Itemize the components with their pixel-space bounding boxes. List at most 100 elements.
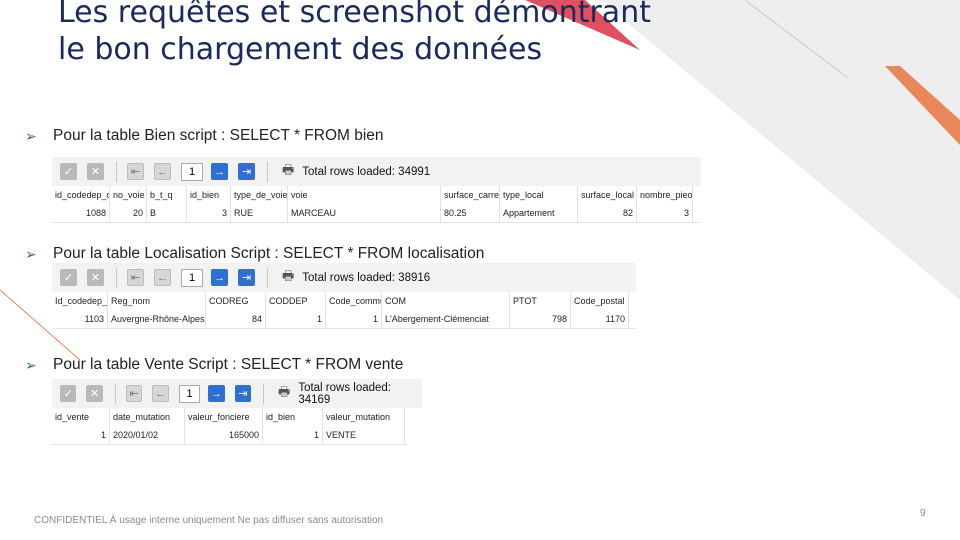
print-icon[interactable]: 🖶: [282, 267, 294, 289]
table-cell[interactable]: 20: [110, 205, 147, 222]
toolbar-separator: [114, 383, 116, 404]
column-header[interactable]: valeur_fonciere: [185, 408, 263, 427]
page-number: 9: [920, 508, 926, 519]
table-cell[interactable]: 1: [263, 427, 323, 444]
table-cell[interactable]: VENTE: [323, 427, 405, 444]
column-header[interactable]: surface_local: [578, 186, 637, 205]
grid-toolbar: ✓ ✕ ⇤ ← 1 → ⇥ 🖶 Total rows loaded: 34169: [52, 379, 422, 408]
last-page-icon[interactable]: ⇥: [234, 385, 252, 402]
close-icon[interactable]: ✕: [87, 163, 104, 180]
table-cell[interactable]: L'Abergement-Clémenciat: [382, 311, 510, 328]
thin-diagonal-line: [744, 0, 849, 79]
bullet-vente: ➢ Pour la table Vente Script : SELECT * …: [25, 356, 403, 374]
page-number-input[interactable]: 1: [181, 162, 203, 181]
column-header[interactable]: type_local: [500, 186, 578, 205]
column-header[interactable]: b_t_q: [147, 186, 187, 205]
column-header[interactable]: PTOT: [510, 292, 571, 311]
total-rows-label: Total rows loaded: 38916: [302, 271, 431, 284]
first-page-icon[interactable]: ⇤: [127, 163, 144, 180]
column-header[interactable]: id_codedep_c: [52, 186, 110, 205]
confidential-footer: CONFIDENTIEL À usage interne uniquement …: [34, 515, 384, 526]
orange-stripe-shape: [885, 66, 960, 145]
results-grid-bien: ✓ ✕ ⇤ ← 1 → ⇥ 🖶 Total rows loaded: 34991…: [52, 157, 701, 223]
grid-toolbar: ✓ ✕ ⇤ ← 1 → ⇥ 🖶 Total rows loaded: 34991: [52, 157, 701, 186]
print-icon[interactable]: 🖶: [282, 161, 294, 183]
grid-table: id_vente date_mutation valeur_fonciere i…: [52, 408, 408, 445]
column-header[interactable]: valeur_mutation: [323, 408, 405, 427]
column-header[interactable]: type_de_voie: [231, 186, 288, 205]
column-header[interactable]: Reg_nom: [108, 292, 206, 311]
table-cell[interactable]: Appartement: [500, 205, 578, 222]
grid-table: Id_codedep_c Reg_nom CODREG CODDEP Code_…: [52, 292, 636, 329]
close-icon[interactable]: ✕: [86, 385, 103, 402]
results-grid-vente: ✓ ✕ ⇤ ← 1 → ⇥ 🖶 Total rows loaded: 34169…: [52, 379, 422, 445]
table-cell[interactable]: Auvergne-Rhône-Alpes: [108, 311, 206, 328]
table-cell[interactable]: 84: [206, 311, 266, 328]
column-header[interactable]: COM: [382, 292, 510, 311]
table-cell[interactable]: 1088: [52, 205, 110, 222]
check-icon[interactable]: ✓: [60, 269, 77, 286]
bullet-localisation: ➢ Pour la table Localisation Script : SE…: [25, 245, 484, 263]
toolbar-separator: [116, 267, 117, 288]
column-header[interactable]: id_bien: [187, 186, 231, 205]
column-header[interactable]: Code_postal: [571, 292, 629, 311]
slide-title: Les requêtes et screenshot démontrant le…: [58, 0, 651, 67]
first-page-icon[interactable]: ⇤: [127, 269, 144, 286]
page-number-input[interactable]: 1: [181, 268, 203, 287]
table-cell[interactable]: 1: [326, 311, 382, 328]
previous-page-icon[interactable]: ←: [152, 385, 169, 402]
bullet-text: Pour la table Bien script : SELECT * FRO…: [53, 127, 384, 144]
column-header[interactable]: date_mutation: [110, 408, 185, 427]
table-cell[interactable]: 1170: [571, 311, 629, 328]
column-header[interactable]: voie: [288, 186, 441, 205]
column-header[interactable]: nombre_pieo: [637, 186, 693, 205]
column-header[interactable]: Id_codedep_c: [52, 292, 108, 311]
toolbar-separator: [267, 161, 268, 182]
last-page-icon[interactable]: ⇥: [238, 269, 255, 286]
total-rows-label: Total rows loaded: 34991: [302, 165, 431, 178]
arrow-bullet-icon: ➢: [25, 356, 37, 373]
total-rows-label: Total rows loaded: 34169: [298, 381, 392, 406]
last-page-icon[interactable]: ⇥: [238, 163, 255, 180]
column-header[interactable]: id_bien: [263, 408, 323, 427]
results-grid-localisation: ✓ ✕ ⇤ ← 1 → ⇥ 🖶 Total rows loaded: 38916…: [52, 263, 636, 329]
column-header[interactable]: CODDEP: [266, 292, 326, 311]
first-page-icon[interactable]: ⇤: [125, 385, 143, 402]
print-icon[interactable]: 🖶: [278, 383, 290, 405]
column-header[interactable]: surface_carre: [441, 186, 500, 205]
next-page-icon[interactable]: →: [211, 163, 228, 180]
table-cell[interactable]: 3: [187, 205, 231, 222]
table-cell[interactable]: B: [147, 205, 187, 222]
toolbar-separator: [267, 267, 268, 288]
previous-page-icon[interactable]: ←: [154, 163, 171, 180]
check-icon[interactable]: ✓: [60, 385, 77, 402]
table-cell[interactable]: 1103: [52, 311, 108, 328]
previous-page-icon[interactable]: ←: [154, 269, 171, 286]
table-cell[interactable]: 798: [510, 311, 571, 328]
table-cell[interactable]: 1: [266, 311, 326, 328]
table-cell[interactable]: 82: [578, 205, 637, 222]
table-cell[interactable]: MARCEAU: [288, 205, 441, 222]
arrow-bullet-icon: ➢: [25, 245, 37, 262]
check-icon[interactable]: ✓: [60, 163, 77, 180]
close-icon[interactable]: ✕: [87, 269, 104, 286]
table-cell[interactable]: RUE: [231, 205, 288, 222]
column-header[interactable]: no_voie: [110, 186, 147, 205]
table-cell[interactable]: 1: [52, 427, 110, 444]
table-cell[interactable]: 80.25: [441, 205, 500, 222]
page-number-input[interactable]: 1: [178, 384, 201, 403]
table-cell[interactable]: 3: [637, 205, 693, 222]
next-page-icon[interactable]: →: [211, 269, 228, 286]
column-header[interactable]: id_vente: [52, 408, 110, 427]
grid-table: id_codedep_c no_voie b_t_q id_bien type_…: [52, 186, 701, 223]
table-cell[interactable]: 2020/01/02: [110, 427, 185, 444]
toolbar-separator: [116, 161, 117, 182]
next-page-icon[interactable]: →: [208, 385, 225, 402]
bullet-text: Pour la table Vente Script : SELECT * FR…: [53, 356, 404, 373]
toolbar-separator: [263, 383, 265, 404]
arrow-bullet-icon: ➢: [25, 127, 37, 144]
column-header[interactable]: CODREG: [206, 292, 266, 311]
column-header[interactable]: Code_commu: [326, 292, 382, 311]
table-cell[interactable]: 165000: [185, 427, 263, 444]
bullet-text: Pour la table Localisation Script : SELE…: [53, 245, 485, 262]
